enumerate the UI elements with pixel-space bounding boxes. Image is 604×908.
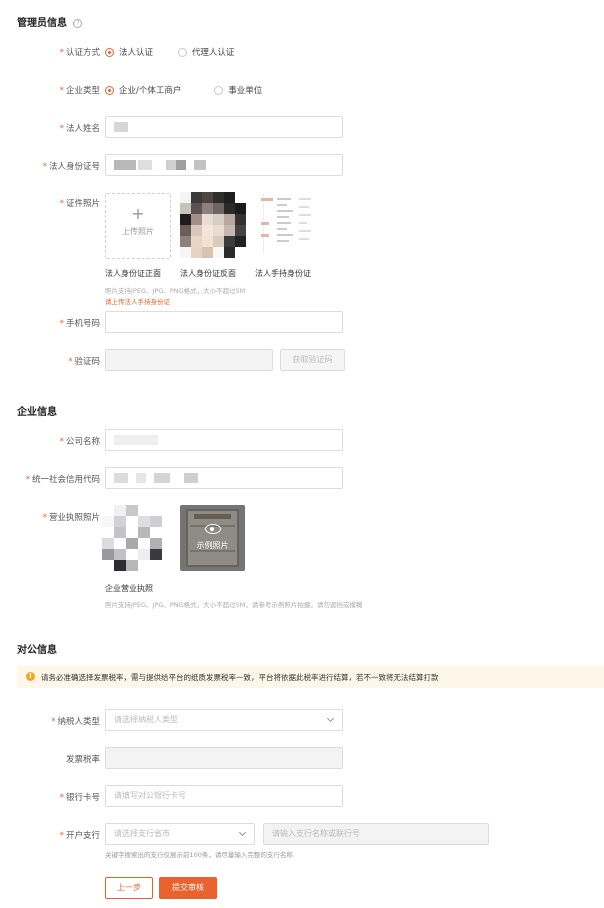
legal-id-label: * 法人身份证号 [42, 162, 100, 172]
license-hint: 照片支持JPEG、JPG、PNG格式，大小不超过5M，请参考示例照片拍摄，请勿遮… [105, 601, 363, 609]
code-input[interactable] [105, 349, 273, 371]
warning-icon: ! [26, 672, 35, 681]
auth-method-group: 法人认证 代理人认证 [105, 46, 234, 60]
company-type-group: 企业/个体工商户 事业单位 [105, 84, 262, 98]
caption-id-front: 法人身份证正面 [105, 269, 161, 278]
admin-section-title: 管理员信息 ? [17, 14, 83, 29]
credit-code-label: * 统一社会信用代码 [25, 475, 100, 485]
id-back-photo[interactable] [180, 192, 246, 258]
bank-card-placeholder: 请填写对公银行卡号 [114, 791, 186, 800]
credit-code-input[interactable] [105, 467, 343, 489]
blurred-text [136, 473, 146, 483]
company-name-input[interactable] [105, 429, 343, 451]
blurred-text [184, 473, 198, 483]
company-name-label-text: 公司名称 [65, 437, 100, 447]
company-type-label-text: 企业类型 [65, 86, 100, 96]
license-sample-photo[interactable]: 示例照片 [180, 505, 245, 571]
notice-bar: ! 请务必准确选择发票税率，需与提供给平台的纸质发票税率一致，平台将依据此税率进… [17, 666, 604, 688]
code-label: * 验证码 [68, 357, 100, 367]
branch-name-placeholder: 请输入支行名称或联行号 [272, 829, 360, 838]
tax-rate-label-text: 发票税率 [65, 755, 100, 765]
radio-dot-icon [177, 47, 187, 57]
eye-icon [205, 524, 221, 534]
taxpayer-type-label-text: 纳税人类型 [57, 717, 100, 727]
radio-public-institution[interactable]: 事业单位 [214, 84, 262, 96]
blurred-text [166, 160, 176, 170]
taxpayer-type-label: * 纳税人类型 [51, 717, 100, 727]
blurred-text [114, 122, 128, 132]
taxpayer-type-select[interactable]: 请选择纳税人类型 [105, 709, 343, 731]
radio-dot-icon [105, 47, 114, 57]
public-section-title: 对公信息 [17, 645, 57, 656]
bank-card-label: * 银行卡号 [59, 793, 100, 803]
legal-name-input[interactable] [105, 116, 343, 138]
blurred-text [176, 160, 186, 170]
upload-photo-box[interactable]: + 上传照片 [105, 193, 171, 259]
auth-method-label: * 认证方式 [59, 48, 100, 58]
radio-legal-auth-label: 法人认证 [119, 48, 154, 58]
company-section-title: 企业信息 [17, 407, 57, 418]
plus-icon: + [131, 204, 145, 223]
blurred-text [154, 473, 170, 483]
legal-name-label: * 法人姓名 [59, 124, 100, 134]
radio-dot-icon [105, 85, 114, 95]
chevron-down-icon [326, 714, 335, 723]
id-photos-label: * 证件照片 [59, 199, 100, 209]
radio-agent-auth-label: 代理人认证 [191, 48, 235, 58]
caption-license: 企业营业执照 [105, 584, 153, 593]
caption-id-handheld: 法人手持身份证 [255, 269, 311, 278]
tax-rate-input[interactable] [105, 747, 343, 769]
id-handheld-photo[interactable] [255, 192, 317, 258]
bank-card-label-text: 银行卡号 [65, 793, 100, 803]
phone-label: * 手机号码 [59, 319, 100, 329]
tax-rate-label: 发票税率 [0, 753, 100, 765]
radio-public-institution-label: 事业单位 [228, 86, 263, 96]
company-type-label: * 企业类型 [59, 86, 100, 96]
submit-review-button[interactable]: 提交审核 [159, 877, 217, 899]
radio-agent-auth[interactable]: 代理人认证 [177, 46, 235, 58]
blurred-text [114, 435, 158, 445]
radio-enterprise-label: 企业/个体工商户 [119, 86, 182, 96]
credit-code-label-text: 统一社会信用代码 [31, 475, 100, 485]
branch-name-input[interactable]: 请输入支行名称或联行号 [263, 823, 489, 845]
legal-id-input[interactable] [105, 154, 343, 176]
phone-label-text: 手机号码 [65, 319, 100, 329]
chevron-down-icon [238, 828, 247, 837]
id-photos-hint: 照片支持JPEG、JPG、PNG格式，大小不超过5M [105, 287, 246, 295]
blurred-text [138, 160, 152, 170]
branch-hint: 关键字搜索出的支行仅展示前100条，请尽量输入完整的支行名称 [105, 851, 293, 859]
legal-id-label-text: 法人身份证号 [48, 162, 100, 172]
auth-method-label-text: 认证方式 [65, 48, 100, 58]
taxpayer-type-placeholder: 请选择纳税人类型 [114, 715, 178, 724]
radio-dot-icon [214, 85, 224, 95]
code-label-text: 验证码 [74, 357, 100, 367]
sample-photo-text: 示例照片 [196, 541, 229, 550]
prev-step-button[interactable]: 上一步 [105, 877, 153, 899]
bank-card-input[interactable]: 请填写对公银行卡号 [105, 785, 343, 807]
company-name-label: * 公司名称 [59, 437, 100, 447]
radio-enterprise[interactable]: 企业/个体工商户 [105, 84, 181, 96]
license-label-text: 营业执照照片 [48, 513, 100, 523]
notice-text: 请务必准确选择发票税率，需与提供给平台的纸质发票税率一致，平台将依据此税率进行结… [41, 673, 439, 682]
help-icon[interactable]: ? [73, 18, 83, 28]
legal-name-label-text: 法人姓名 [65, 124, 100, 134]
admin-title-text: 管理员信息 [17, 18, 67, 29]
id-photos-label-text: 证件照片 [65, 199, 100, 209]
blurred-text [114, 473, 128, 483]
license-photo[interactable] [102, 505, 174, 571]
license-label: * 营业执照照片 [42, 513, 100, 523]
blurred-text [114, 160, 136, 170]
upload-photo-text: 上传照片 [122, 227, 154, 236]
id-photos-error: 请上传法人手持身份证 [105, 298, 170, 306]
phone-input[interactable] [105, 311, 343, 333]
branch-province-placeholder: 请选择支行省市 [114, 829, 170, 838]
branch-label-text: 开户支行 [65, 831, 100, 841]
caption-id-back: 法人身份证反面 [180, 269, 236, 278]
branch-label: * 开户支行 [59, 831, 100, 841]
blurred-text [194, 160, 206, 170]
branch-province-select[interactable]: 请选择支行省市 [105, 823, 255, 845]
get-code-button[interactable]: 获取验证码 [280, 349, 345, 371]
radio-legal-auth[interactable]: 法人认证 [105, 46, 153, 58]
